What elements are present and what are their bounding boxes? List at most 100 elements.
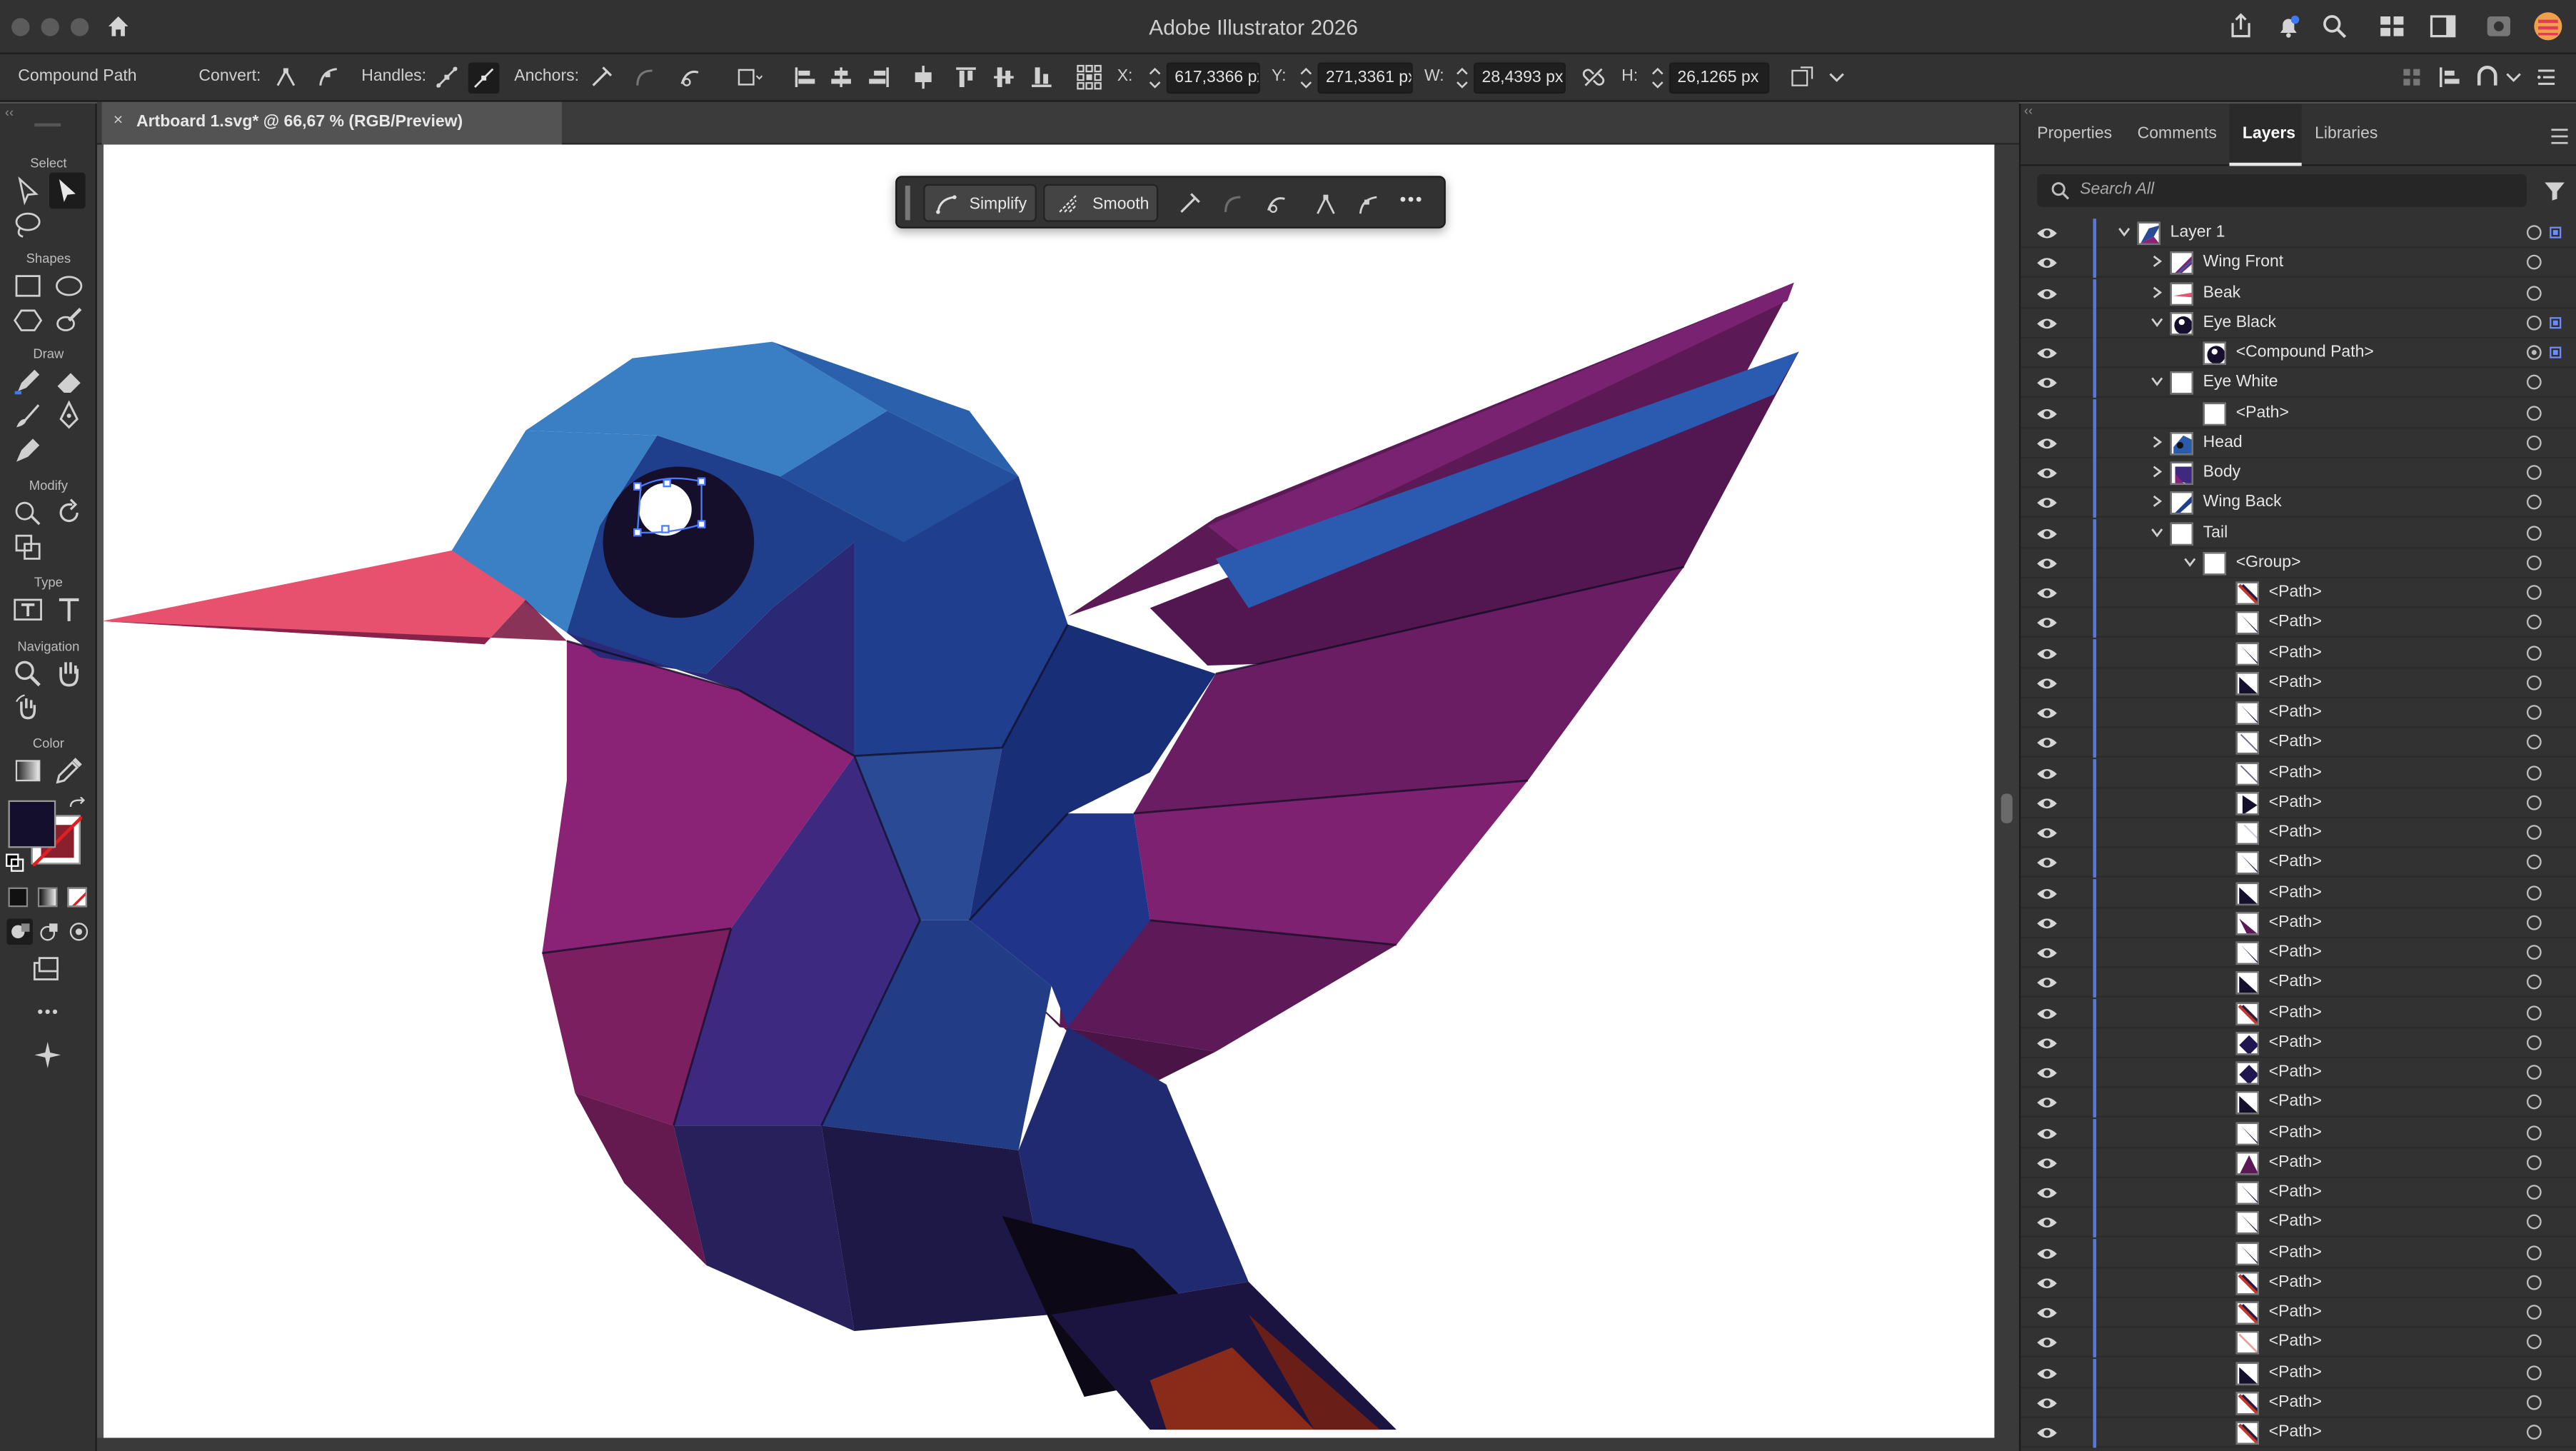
- eraser-tool-icon[interactable]: [53, 365, 86, 398]
- snap-options-chevron-icon[interactable]: [2500, 64, 2527, 91]
- ellipse-tool-icon[interactable]: [53, 269, 86, 302]
- scale-tool-icon[interactable]: [11, 531, 44, 563]
- remove-anchor-icon[interactable]: [588, 64, 615, 91]
- visibility-eye-icon[interactable]: [2036, 1305, 2058, 1321]
- layer-row[interactable]: Wing Back: [2021, 488, 2576, 518]
- h-stepper-icon[interactable]: [1649, 62, 1666, 94]
- layer-row[interactable]: <Path>: [2021, 638, 2576, 668]
- layer-target-circle[interactable]: [2526, 765, 2542, 780]
- visibility-eye-icon[interactable]: [2036, 1005, 2058, 1021]
- swap-colors-icon[interactable]: [67, 797, 87, 817]
- layer-target-circle[interactable]: [2526, 735, 2542, 750]
- align-horizontal-center-icon[interactable]: [828, 64, 855, 91]
- distribute-center-icon[interactable]: [910, 64, 937, 91]
- visibility-eye-icon[interactable]: [2036, 1425, 2058, 1441]
- visibility-eye-icon[interactable]: [2036, 795, 2058, 811]
- visibility-eye-icon[interactable]: [2036, 285, 2058, 301]
- x-coordinate-field[interactable]: 617,3366 px: [1166, 62, 1260, 94]
- layer-row[interactable]: <Group>: [2021, 548, 2576, 578]
- layer-row[interactable]: <Path>: [2021, 1327, 2576, 1358]
- visibility-eye-icon[interactable]: [2036, 1365, 2058, 1381]
- layer-target-circle[interactable]: [2526, 1395, 2542, 1410]
- layer-row[interactable]: <Path>: [2021, 1357, 2576, 1388]
- visibility-eye-icon[interactable]: [2036, 885, 2058, 901]
- reference-point-icon[interactable]: [1076, 64, 1102, 91]
- width-field[interactable]: 28,4393 px: [1474, 62, 1566, 94]
- x-stepper-icon[interactable]: [1147, 62, 1163, 94]
- y-stepper-icon[interactable]: [1298, 62, 1314, 94]
- color-mode-button[interactable]: [8, 887, 29, 908]
- cut-path-at-anchor-icon[interactable]: [1263, 191, 1289, 217]
- visibility-eye-icon[interactable]: [2036, 1035, 2058, 1051]
- layer-row[interactable]: <Path>: [2021, 998, 2576, 1028]
- layer-row[interactable]: <Path>: [2021, 398, 2576, 428]
- visibility-eye-icon[interactable]: [2036, 1215, 2058, 1231]
- visibility-eye-icon[interactable]: [2036, 315, 2058, 331]
- layer-target-circle[interactable]: [2526, 225, 2542, 240]
- layer-row[interactable]: Head: [2021, 428, 2576, 458]
- layer-target-circle[interactable]: [2526, 1035, 2542, 1050]
- layer-target-circle[interactable]: [2526, 885, 2542, 900]
- layer-row[interactable]: <Path>: [2021, 1148, 2576, 1178]
- layer-row[interactable]: <Path>: [2021, 1178, 2576, 1208]
- arrange-documents-icon[interactable]: [2378, 11, 2407, 41]
- collapse-toolbar-icon[interactable]: ‹‹: [5, 105, 14, 120]
- touch-type-tool-icon[interactable]: [11, 593, 44, 626]
- visibility-eye-icon[interactable]: [2036, 1335, 2058, 1351]
- search-icon[interactable]: [2320, 11, 2349, 41]
- chevron-down-icon[interactable]: [2116, 224, 2133, 240]
- selection-indicator[interactable]: [2550, 316, 2562, 328]
- visibility-eye-icon[interactable]: [2036, 465, 2058, 481]
- layer-target-circle[interactable]: [2526, 315, 2542, 330]
- layer-target-circle[interactable]: [2526, 855, 2542, 870]
- layer-row[interactable]: <Path>: [2021, 758, 2576, 788]
- layer-row[interactable]: Tail: [2021, 518, 2576, 548]
- vertical-scrollbar[interactable]: [1994, 144, 2019, 1451]
- selection-indicator[interactable]: [2550, 346, 2562, 358]
- visibility-eye-icon[interactable]: [2036, 975, 2058, 991]
- visibility-eye-icon[interactable]: [2036, 615, 2058, 631]
- layer-row[interactable]: <Path>: [2021, 788, 2576, 818]
- snap-options-icon[interactable]: [2474, 64, 2500, 91]
- task-bar-grip[interactable]: [905, 186, 910, 221]
- y-coordinate-field[interactable]: 271,3361 px: [1317, 62, 1413, 94]
- chevron-down-icon[interactable]: [2149, 523, 2165, 540]
- layer-target-circle[interactable]: [2526, 375, 2542, 390]
- tab-layers[interactable]: Layers: [2229, 103, 2302, 166]
- layer-row[interactable]: <Path>: [2021, 668, 2576, 698]
- chevron-right-icon[interactable]: [2149, 253, 2165, 270]
- visibility-eye-icon[interactable]: [2036, 1275, 2058, 1291]
- chevron-down-icon[interactable]: [2149, 313, 2165, 330]
- panel-options-menu-icon[interactable]: [2550, 128, 2570, 144]
- share-icon[interactable]: [2226, 11, 2255, 41]
- layer-row[interactable]: <Path>: [2021, 728, 2576, 758]
- layer-row[interactable]: <Path>: [2021, 1417, 2576, 1448]
- w-stepper-icon[interactable]: [1454, 62, 1470, 94]
- layer-target-circle[interactable]: [2526, 1425, 2542, 1440]
- layer-target-circle[interactable]: [2526, 1305, 2542, 1320]
- chevron-down-icon[interactable]: [2149, 373, 2165, 390]
- polygon-tool-icon[interactable]: [11, 304, 44, 337]
- layer-row[interactable]: <Path>: [2021, 578, 2576, 608]
- layer-target-circle[interactable]: [2526, 555, 2542, 570]
- layer-target-circle[interactable]: [2526, 1155, 2542, 1170]
- join-path-icon[interactable]: [1221, 191, 1247, 217]
- visibility-eye-icon[interactable]: [2036, 855, 2058, 871]
- layer-target-circle[interactable]: [2526, 345, 2542, 360]
- layer-row[interactable]: <Path>: [2021, 1297, 2576, 1328]
- fill-swatch[interactable]: [8, 800, 56, 848]
- layer-target-circle[interactable]: [2526, 1065, 2542, 1080]
- layer-target-circle[interactable]: [2526, 1005, 2542, 1020]
- show-handles-icon[interactable]: [433, 64, 460, 91]
- layer-target-circle[interactable]: [2526, 465, 2542, 480]
- visibility-eye-icon[interactable]: [2036, 405, 2058, 421]
- eyedropper-tool-icon[interactable]: [53, 754, 86, 787]
- layer-row[interactable]: Eye White: [2021, 368, 2576, 398]
- hand-tool-icon[interactable]: [53, 658, 86, 691]
- hide-handles-toggle[interactable]: [468, 62, 500, 94]
- visibility-eye-icon[interactable]: [2036, 1095, 2058, 1111]
- visibility-eye-icon[interactable]: [2036, 765, 2058, 781]
- layer-target-circle[interactable]: [2526, 645, 2542, 660]
- align-right-icon[interactable]: [866, 64, 892, 91]
- layer-target-circle[interactable]: [2526, 1095, 2542, 1110]
